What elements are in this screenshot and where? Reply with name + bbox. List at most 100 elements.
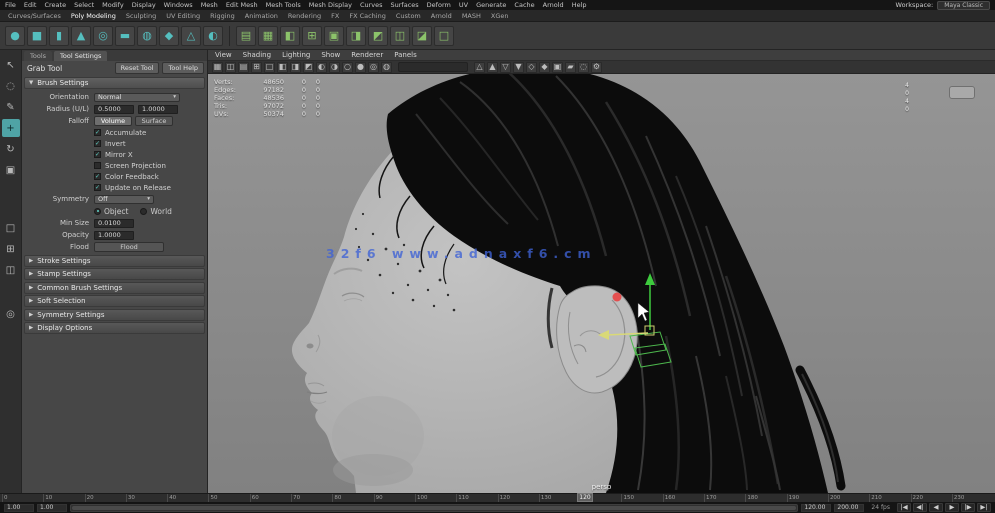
falloff-option-button[interactable]: Surface: [135, 116, 173, 126]
shelf-multicut-icon[interactable]: ▦: [258, 26, 278, 46]
shelf-extrude-icon[interactable]: ▤: [236, 26, 256, 46]
shelf-tab[interactable]: FX: [331, 12, 339, 20]
scale-tool[interactable]: ▣: [2, 161, 20, 179]
viewport-toolbar-icon[interactable]: ◆: [539, 62, 550, 73]
panel-tab[interactable]: Tool Settings: [54, 51, 107, 61]
viewport-toolbar-icon[interactable]: ◑: [329, 62, 340, 73]
shelf-tab[interactable]: XGen: [491, 12, 509, 20]
checkbox[interactable]: ✓: [94, 184, 101, 191]
orientation-dropdown[interactable]: Normal ▾: [94, 93, 180, 102]
reset-tool-button[interactable]: Reset Tool: [115, 62, 160, 74]
radio-option[interactable]: Object: [94, 207, 128, 216]
shelf-mirror-icon[interactable]: ◫: [390, 26, 410, 46]
shelf-tab[interactable]: FX Caching: [349, 12, 386, 20]
viewport-toolbar-icon[interactable]: △: [474, 62, 485, 73]
checkbox[interactable]: [94, 162, 101, 169]
menu-item[interactable]: Generate: [476, 1, 506, 9]
viewport-toolbar-icon[interactable]: ◍: [381, 62, 392, 73]
viewport-overlay-button[interactable]: [949, 86, 975, 99]
viewport-menu-item[interactable]: Lighting: [282, 51, 310, 59]
viewport-menu-item[interactable]: View: [215, 51, 232, 59]
menu-item[interactable]: Deform: [427, 1, 451, 9]
viewport-toolbar-icon[interactable]: ▤: [238, 62, 249, 73]
viewport-toolbar-icon[interactable]: ⚙: [591, 62, 602, 73]
shelf-separate-icon[interactable]: □: [434, 26, 454, 46]
layout-single-pane-button[interactable]: □: [2, 219, 20, 237]
viewport-toolbar-icon[interactable]: ▽: [500, 62, 511, 73]
viewport-toolbar-icon[interactable]: ◎: [368, 62, 379, 73]
shelf-plane-icon[interactable]: ▬: [115, 26, 135, 46]
shelf-quad-draw-icon[interactable]: ▣: [324, 26, 344, 46]
menu-item[interactable]: Mesh Tools: [266, 1, 301, 9]
viewport-toolbar-icon[interactable]: ▦: [212, 62, 223, 73]
play-backwards-button[interactable]: ◀: [929, 503, 943, 512]
menu-item[interactable]: Windows: [164, 1, 193, 9]
collapsed-section-header[interactable]: ▶ Soft Selection: [24, 295, 205, 307]
checkbox[interactable]: ✓: [94, 129, 101, 136]
viewport-toolbar-icon[interactable]: ◐: [316, 62, 327, 73]
viewport-toolbar-icon[interactable]: ▼: [513, 62, 524, 73]
shelf-tab[interactable]: Arnold: [431, 12, 452, 20]
radio-option[interactable]: World: [140, 207, 172, 216]
shelf-tab[interactable]: Rendering: [288, 12, 321, 20]
scene-3d-view[interactable]: [208, 74, 995, 493]
animation-start-field[interactable]: 1.00: [4, 504, 34, 512]
viewport-toolbar-icon[interactable]: ▲: [487, 62, 498, 73]
viewport-menu-item[interactable]: Panels: [394, 51, 417, 59]
lasso-select-tool[interactable]: ◌: [2, 77, 20, 95]
shelf-bevel-icon[interactable]: ◧: [280, 26, 300, 46]
shelf-tab[interactable]: Custom: [396, 12, 421, 20]
workspace-selector[interactable]: Maya Classic: [937, 1, 990, 10]
flood-button[interactable]: Flood: [94, 242, 164, 252]
checkbox[interactable]: ✓: [94, 140, 101, 147]
falloff-option-button[interactable]: Volume: [94, 116, 132, 126]
viewport-toolbar-icon[interactable]: ◩: [303, 62, 314, 73]
animation-end-field[interactable]: 200.00: [834, 504, 864, 512]
paint-select-tool[interactable]: ✎: [2, 98, 20, 116]
step-forward-frame-button[interactable]: |▶: [961, 503, 975, 512]
playback-end-field[interactable]: 120.00: [801, 504, 831, 512]
shelf-crease-icon[interactable]: ◪: [412, 26, 432, 46]
panel-tab[interactable]: Tools: [24, 51, 52, 61]
symmetry-dropdown[interactable]: Off ▾: [94, 195, 154, 204]
menu-item[interactable]: File: [5, 1, 16, 9]
shelf-tab[interactable]: UV Editing: [166, 12, 200, 20]
menu-item[interactable]: UV: [459, 1, 468, 9]
shelf-tab[interactable]: Curves/Surfaces: [8, 12, 61, 20]
shelf-pyramid-icon[interactable]: △: [181, 26, 201, 46]
shelf-cone-icon[interactable]: ▲: [71, 26, 91, 46]
shelf-tab[interactable]: Sculpting: [126, 12, 156, 20]
collapsed-section-header[interactable]: ▶ Stroke Settings: [24, 255, 205, 267]
viewport-menu-item[interactable]: Shading: [243, 51, 271, 59]
viewport-toolbar-field[interactable]: [398, 62, 468, 72]
viewport-toolbar-icon[interactable]: ●: [355, 62, 366, 73]
viewport-toolbar-icon[interactable]: ◇: [526, 62, 537, 73]
step-back-frame-button[interactable]: ◀|: [913, 503, 927, 512]
viewport-canvas[interactable]: Verts: 48650 0 0 Edges: 97182 0 0 Faces:…: [208, 74, 995, 493]
menu-item[interactable]: Edit: [24, 1, 37, 9]
menu-item[interactable]: Cache: [514, 1, 534, 9]
radius-l-field[interactable]: 1.0000: [138, 105, 178, 114]
checkbox[interactable]: ✓: [94, 151, 101, 158]
move-tool[interactable]: +: [2, 119, 20, 137]
tool-help-button[interactable]: Tool Help: [162, 62, 204, 74]
checkbox[interactable]: ✓: [94, 173, 101, 180]
shelf-smooth-icon[interactable]: ◩: [368, 26, 388, 46]
shelf-sphere-icon[interactable]: ●: [5, 26, 25, 46]
viewport-toolbar-icon[interactable]: ▣: [552, 62, 563, 73]
shelf-tab[interactable]: Poly Modeling: [71, 12, 116, 20]
viewport-toolbar-icon[interactable]: ◧: [277, 62, 288, 73]
current-frame-marker[interactable]: 120: [577, 493, 593, 502]
shelf-target-weld-icon[interactable]: ◨: [346, 26, 366, 46]
shelf-tab[interactable]: MASH: [462, 12, 481, 20]
playback-start-field[interactable]: 1.00: [37, 504, 67, 512]
play-forwards-button[interactable]: ▶: [945, 503, 959, 512]
menu-item[interactable]: Mesh Display: [309, 1, 352, 9]
shelf-platonic-icon[interactable]: ◆: [159, 26, 179, 46]
menu-item[interactable]: Help: [572, 1, 587, 9]
go-to-range-end-button[interactable]: ▶|: [977, 503, 991, 512]
layout-four-pane-button[interactable]: ⊞: [2, 240, 20, 258]
menu-item[interactable]: Curves: [360, 1, 383, 9]
viewport-menu-item[interactable]: Show: [321, 51, 340, 59]
viewport-toolbar-icon[interactable]: □: [264, 62, 275, 73]
